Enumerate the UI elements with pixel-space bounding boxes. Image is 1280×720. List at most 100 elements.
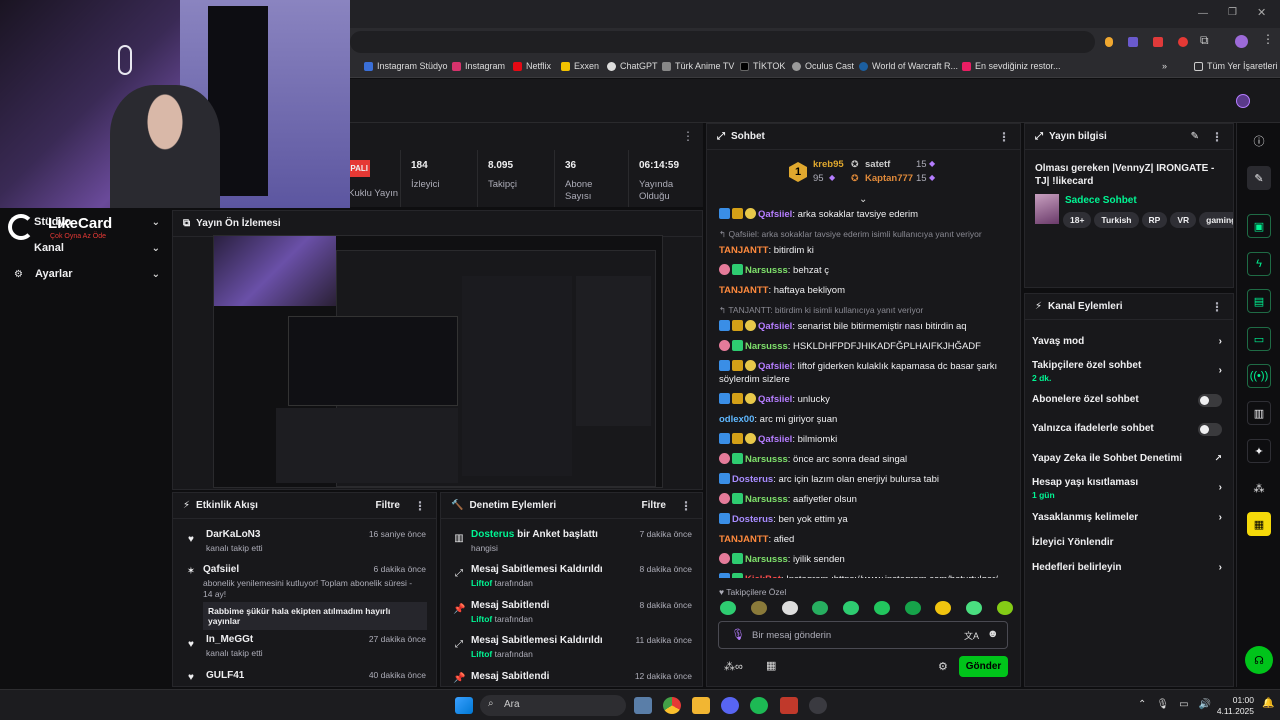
- lightning-icon[interactable]: ϟ: [1247, 252, 1271, 276]
- emoji-icon[interactable]: ☻: [987, 628, 999, 640]
- chat-input[interactable]: 🎙 Bir mesaj gönderin 文A ☻: [718, 621, 1008, 649]
- chat-message[interactable]: odlex00: arc mi giriyor şuan: [719, 413, 1011, 426]
- chat-message[interactable]: Narsusss: HSKLDHFPDFJHIKADFĞPLHAIFKJHĞAD…: [719, 340, 1011, 353]
- gear-icon[interactable]: ⚙: [938, 660, 948, 673]
- chat-username[interactable]: Dosterus: [732, 474, 773, 485]
- restore-icon[interactable]: ❐: [1228, 7, 1237, 18]
- support-icon[interactable]: ☊: [1245, 646, 1273, 674]
- activity-item[interactable]: ♥ DarKaLoN3 kanalı takip etti 16 saniye ö…: [173, 529, 436, 553]
- chat-username[interactable]: Narsusss: [745, 454, 788, 465]
- action-banned-words[interactable]: Yasaklanmış kelimeler ›: [1032, 512, 1228, 523]
- layout-icon[interactable]: ▥: [1247, 401, 1271, 425]
- store-icon[interactable]: ▦: [1247, 512, 1271, 536]
- extension-icon[interactable]: [1153, 37, 1163, 47]
- leader-name[interactable]: kreb95: [813, 159, 844, 170]
- mod-action-item[interactable]: ⤢ Mesaj Sabitlemesi Kaldırıldı Liftof tar…: [441, 564, 702, 588]
- emote-icon[interactable]: [966, 601, 983, 615]
- taskbar-search[interactable]: ⌕ Ara: [480, 695, 626, 716]
- chat-username[interactable]: KickBot: [745, 574, 781, 578]
- discord-icon[interactable]: [721, 697, 739, 714]
- chat-bubble-icon[interactable]: ▭: [1247, 327, 1271, 351]
- leader-name[interactable]: Kaptan777: [865, 173, 913, 184]
- chat-message[interactable]: Qafsiiel: senarist bile bitirmemiştir na…: [719, 320, 1011, 333]
- bookmark-item[interactable]: Instagram Stüdyo: [364, 61, 448, 71]
- bookmark-item[interactable]: Instagram: [452, 61, 505, 71]
- chat-message[interactable]: TANJANTT: bitirdim ki: [719, 244, 1011, 257]
- collapse-icon[interactable]: ⌄: [859, 194, 867, 205]
- wrench-icon[interactable]: ✦: [1247, 439, 1271, 463]
- bookmark-item[interactable]: Netflix: [513, 61, 551, 71]
- kick-app-icon[interactable]: [780, 697, 798, 714]
- extension-icon[interactable]: [1128, 37, 1138, 47]
- emote-icon[interactable]: [781, 601, 798, 615]
- emotes-only-toggle[interactable]: [1198, 423, 1222, 436]
- chat-message[interactable]: Qafsiiel: liftof giderken kulaklık kapam…: [719, 360, 1011, 386]
- bookmark-item[interactable]: Türk Anime TV: [662, 61, 734, 71]
- spotify-icon[interactable]: [750, 697, 768, 714]
- action-subs-only[interactable]: Abonelere özel sohbet: [1032, 394, 1228, 407]
- chat-username[interactable]: Narsusss: [745, 265, 788, 276]
- chat-message[interactable]: Qafsiiel: arka sokaklar tavsiye ederim: [719, 208, 1011, 221]
- profile-avatar[interactable]: [1235, 35, 1248, 48]
- emote-icon[interactable]: [935, 601, 952, 615]
- chat-username[interactable]: Qafsiiel: [758, 361, 792, 372]
- translate-icon[interactable]: 文A: [964, 629, 979, 642]
- taskview-icon[interactable]: [634, 697, 652, 714]
- chat-message[interactable]: TANJANTT: afied: [719, 533, 1011, 546]
- chat-username[interactable]: TANJANTT: [719, 534, 768, 545]
- mod-action-item[interactable]: ⤢ Mesaj Sabitlemesi Kaldırıldı Liftof tar…: [441, 635, 702, 659]
- stream-preview-video[interactable]: [213, 235, 663, 488]
- chat-message[interactable]: Narsusss: aafiyetler olsun: [719, 493, 1011, 506]
- puzzle-icon[interactable]: ⧉: [1200, 33, 1209, 48]
- bookmark-item[interactable]: En sevdiğiniz restor...: [962, 61, 1061, 71]
- action-followers-only[interactable]: Takipçilere özel sohbet 2 dk. ›: [1032, 360, 1228, 383]
- community-icon[interactable]: ⁂: [1247, 476, 1271, 500]
- emote-icon[interactable]: [812, 601, 829, 615]
- extension-icon[interactable]: [1105, 37, 1113, 47]
- action-slow-mode[interactable]: Yavaş mod ›: [1032, 336, 1228, 347]
- rewards-icon[interactable]: ⁂∞: [724, 660, 743, 673]
- activity-item[interactable]: ♥ In_MeGGt kanalı takip etti 27 dakika ön…: [173, 634, 436, 658]
- kebab-icon[interactable]: ⋮: [1211, 130, 1223, 144]
- nav-item-settings[interactable]: ⚙ Ayarlar ⌄: [14, 268, 160, 280]
- chat-username[interactable]: TANJANTT: [719, 285, 768, 296]
- chat-message[interactable]: TANJANTT: haftaya bekliyom: [719, 284, 1011, 297]
- emote-icon[interactable]: [720, 601, 736, 615]
- chat-username[interactable]: Qafsiiel: [758, 321, 792, 332]
- chat-message[interactable]: Dosterus: ben yok ettim ya: [719, 513, 1011, 526]
- chat-reply-context[interactable]: ↰ TANJANTT: bitirdim ki isimli kullanıcı…: [719, 304, 1011, 317]
- bookmark-item[interactable]: Oculus Cast: [792, 61, 854, 71]
- filter-button[interactable]: Filtre: [642, 500, 666, 511]
- chat-message[interactable]: KickBot: Instagram :https://www.instagra…: [719, 573, 1011, 578]
- tag[interactable]: VR: [1170, 212, 1197, 228]
- emote-icon[interactable]: [996, 601, 1013, 615]
- action-ai-moderation[interactable]: Yapay Zeka ile Sohbet Denetimi ↗: [1032, 453, 1228, 464]
- chrome-icon[interactable]: [663, 697, 681, 714]
- tray-icons[interactable]: ⌃🎙▭🔊: [1138, 699, 1221, 710]
- filter-button[interactable]: Filtre: [376, 500, 400, 511]
- info-icon[interactable]: ⓘ: [1247, 129, 1271, 153]
- mod-action-item[interactable]: 📌 Mesaj Sabitlendi Liftof tarafından 8 da…: [441, 600, 702, 624]
- steam-icon[interactable]: [809, 697, 827, 714]
- extension-icon[interactable]: [1178, 37, 1188, 47]
- kebab-icon[interactable]: ⋮: [680, 499, 692, 513]
- chat-message[interactable]: Narsusss: behzat ç: [719, 264, 1011, 277]
- all-bookmarks[interactable]: Tüm Yer İşaretleri: [1194, 61, 1278, 71]
- clip-icon[interactable]: ▣: [1247, 214, 1271, 238]
- chat-username[interactable]: Narsusss: [745, 554, 788, 565]
- microphone-icon[interactable]: 🎙: [731, 628, 745, 641]
- chat-message[interactable]: Qafsiiel: bilmiomki: [719, 433, 1011, 446]
- store-icon[interactable]: ▦: [766, 659, 776, 672]
- tag[interactable]: 18+: [1063, 212, 1092, 228]
- chat-username[interactable]: Narsusss: [745, 494, 788, 505]
- chat-message[interactable]: Narsusss: önce arc sonra dead singal: [719, 453, 1011, 466]
- user-avatar[interactable]: [1236, 94, 1250, 108]
- mod-action-item[interactable]: 📌 Mesaj Sabitlendi 12 dakika önce: [441, 671, 702, 684]
- chat-message[interactable]: Qafsiiel: unlucky: [719, 393, 1011, 406]
- close-icon[interactable]: ✕: [1257, 6, 1266, 19]
- address-bar[interactable]: [350, 31, 1095, 53]
- bookmark-item[interactable]: ChatGPT: [607, 61, 658, 71]
- kebab-icon[interactable]: ⋮: [414, 499, 426, 513]
- send-button[interactable]: Gönder: [959, 656, 1008, 677]
- category-name[interactable]: Sadece Sohbet: [1065, 195, 1137, 206]
